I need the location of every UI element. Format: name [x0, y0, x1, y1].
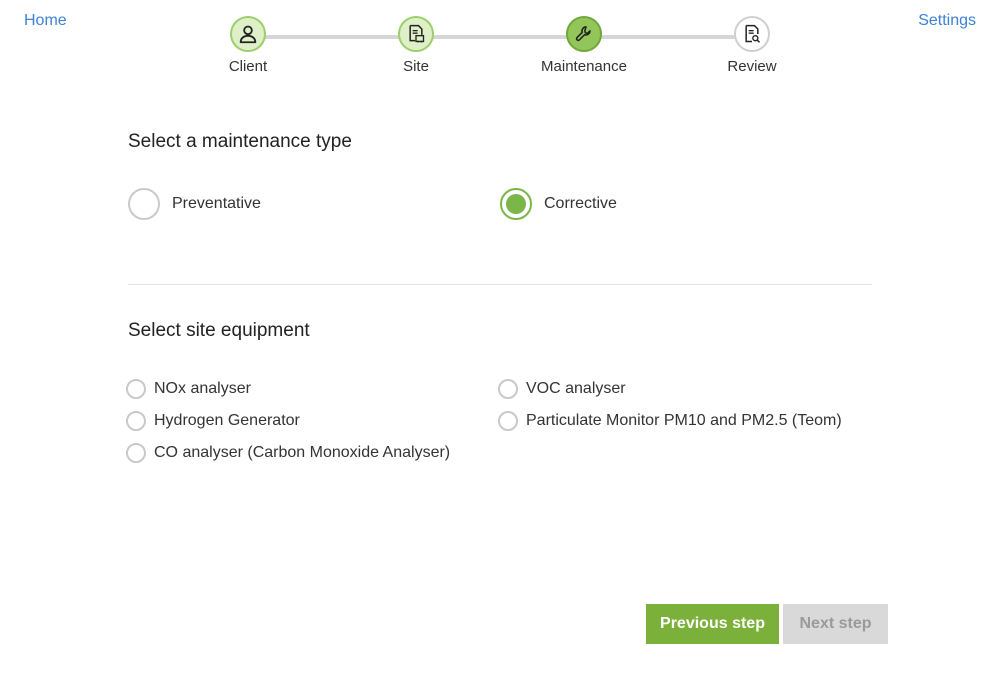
step-client[interactable]: Client	[188, 16, 308, 75]
step-review-label: Review	[727, 58, 777, 75]
equipment-option-co[interactable]: CO analyser (Carbon Monoxide Analyser)	[126, 443, 450, 463]
wizard-page: Home Settings Client Site Maintenance Re…	[0, 0, 1000, 700]
wrench-icon	[575, 26, 591, 42]
equipment-label: VOC analyser	[526, 380, 626, 397]
user-icon	[239, 25, 257, 44]
equipment-label: NOx analyser	[154, 380, 251, 397]
radio-selected-dot	[506, 194, 526, 214]
radio-preventative-label: Preventative	[172, 195, 261, 212]
step-client-circle	[230, 16, 266, 52]
step-maintenance-label: Maintenance	[541, 58, 627, 75]
section-divider	[128, 284, 872, 285]
equipment-option-hydrogen[interactable]: Hydrogen Generator	[126, 411, 300, 431]
equipment-radio[interactable]	[126, 443, 146, 463]
equipment-radio[interactable]	[498, 411, 518, 431]
equipment-option-particulate[interactable]: Particulate Monitor PM10 and PM2.5 (Teom…	[498, 411, 842, 431]
radio-corrective[interactable]: Corrective	[500, 188, 617, 220]
equipment-label: Particulate Monitor PM10 and PM2.5 (Teom…	[526, 412, 842, 429]
equipment-option-nox[interactable]: NOx analyser	[126, 379, 251, 399]
step-site[interactable]: Site	[356, 16, 476, 75]
step-review-circle	[734, 16, 770, 52]
document-search-icon	[745, 24, 761, 43]
progress-stepper: Client Site Maintenance Review	[0, 0, 1000, 90]
next-step-button[interactable]: Next step	[783, 604, 888, 644]
step-client-label: Client	[228, 58, 268, 75]
previous-step-button[interactable]: Previous step	[646, 604, 779, 644]
equipment-radio[interactable]	[126, 379, 146, 399]
equipment-radio[interactable]	[498, 379, 518, 399]
step-site-circle	[398, 16, 434, 52]
equipment-label: Hydrogen Generator	[154, 412, 300, 429]
site-equipment-heading: Select site equipment	[128, 320, 310, 341]
radio-preventative[interactable]: Preventative	[128, 188, 261, 220]
equipment-radio[interactable]	[126, 411, 146, 431]
equipment-option-voc[interactable]: VOC analyser	[498, 379, 626, 399]
site-document-icon	[409, 24, 425, 43]
equipment-label: CO analyser (Carbon Monoxide Analyser)	[154, 444, 451, 461]
step-review[interactable]: Review	[692, 16, 812, 75]
radio-corrective-ring[interactable]	[500, 188, 532, 220]
maintenance-type-heading: Select a maintenance type	[128, 131, 352, 152]
radio-preventative-ring[interactable]	[128, 188, 160, 220]
radio-corrective-label: Corrective	[544, 195, 617, 212]
step-maintenance[interactable]: Maintenance	[524, 16, 644, 75]
step-maintenance-circle	[566, 16, 602, 52]
step-site-label: Site	[403, 58, 429, 75]
